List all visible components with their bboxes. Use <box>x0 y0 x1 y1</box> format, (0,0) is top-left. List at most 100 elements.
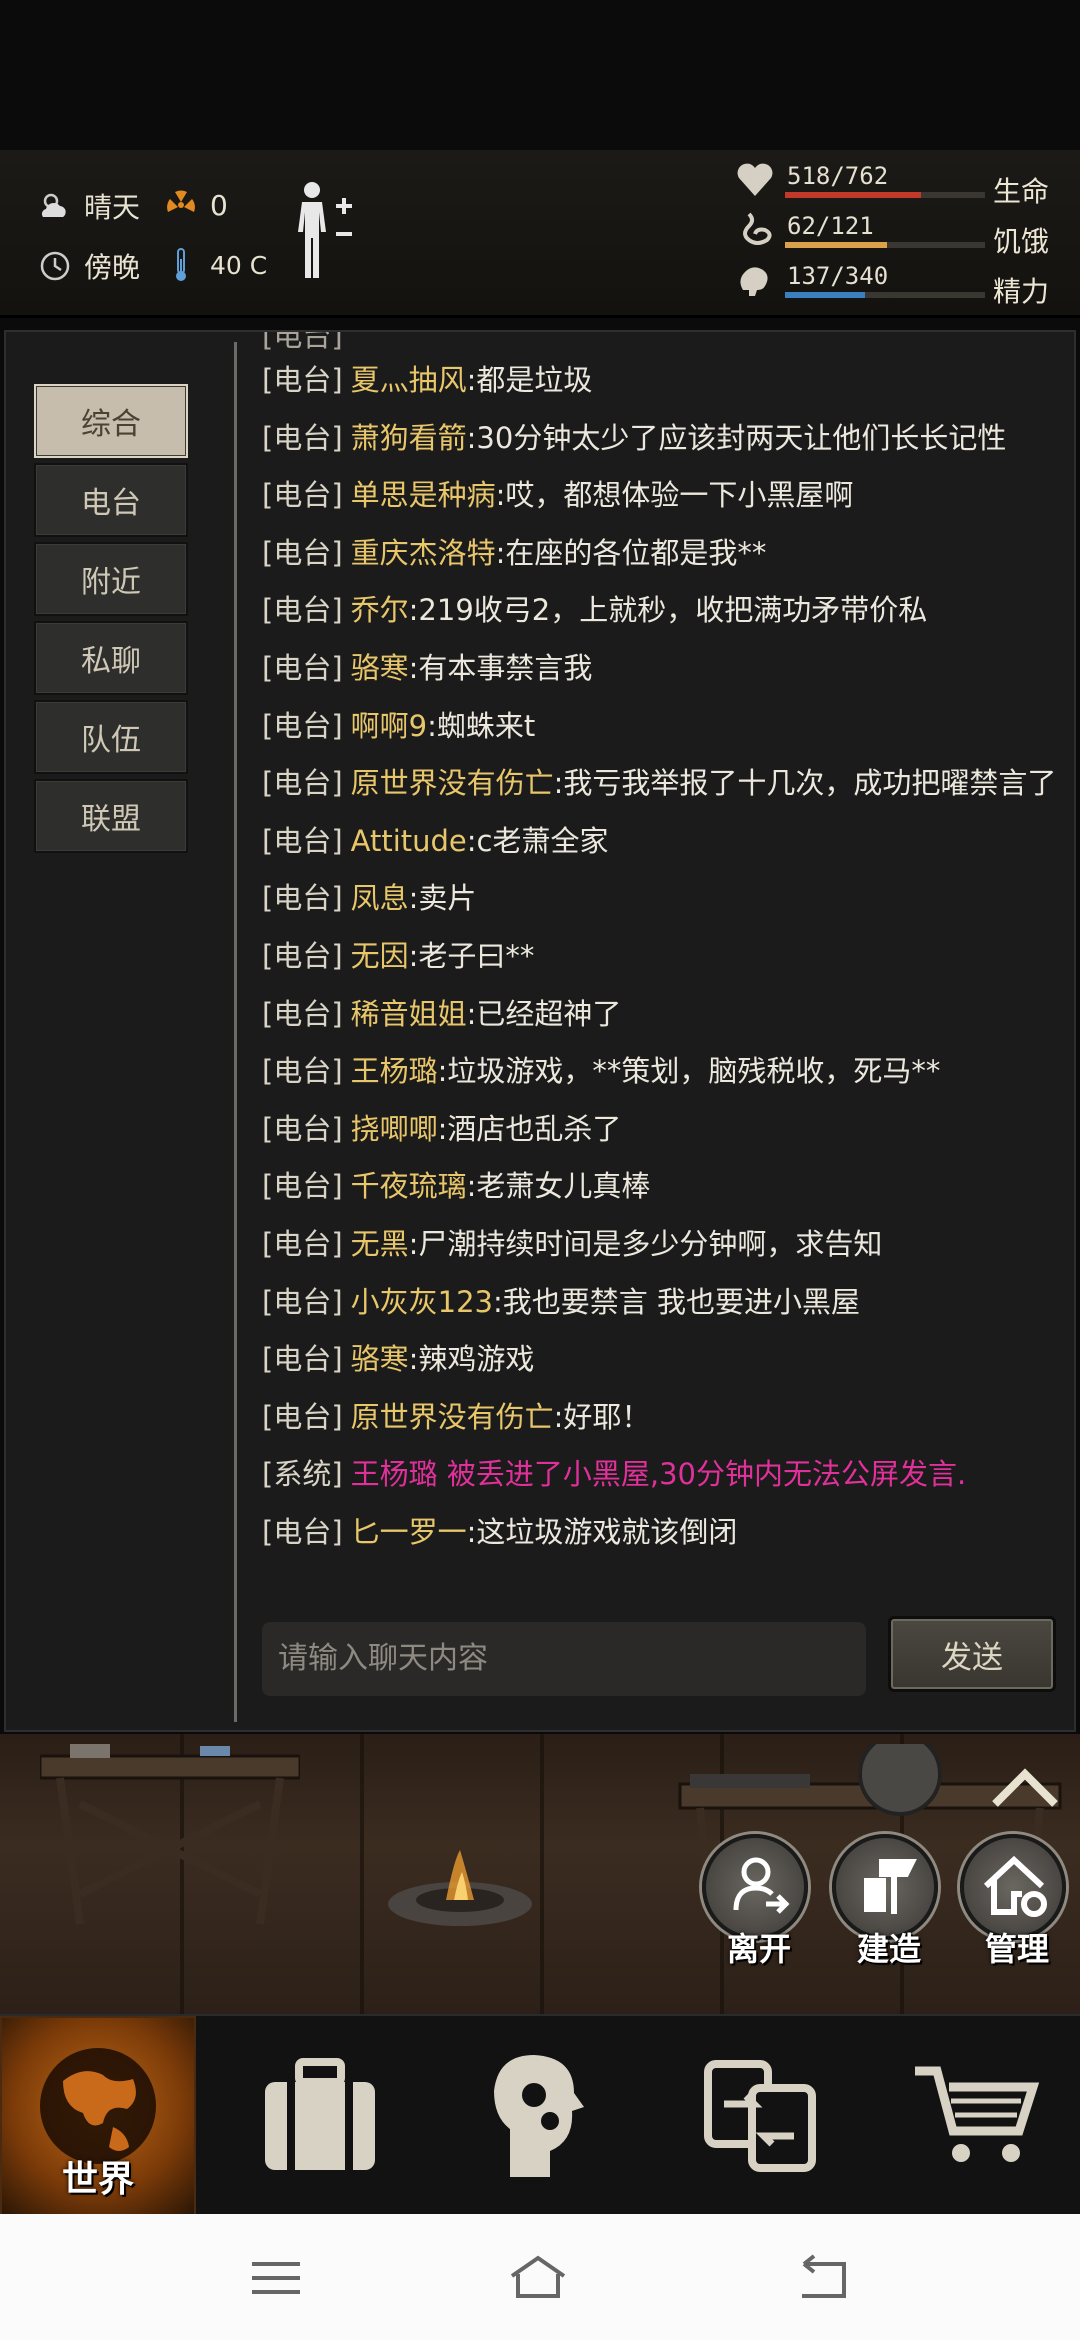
menu-icon[interactable] <box>246 2252 306 2302</box>
tab-alliance[interactable]: 联盟 <box>34 779 188 853</box>
send-button[interactable]: 发送 <box>888 1616 1056 1692</box>
message-channel: [电台] <box>262 939 343 973</box>
hunger-value: 62/121 <box>787 212 874 240</box>
time-text: 傍晚 <box>84 251 141 284</box>
nav-shop[interactable] <box>868 2016 1080 2216</box>
nav-world[interactable]: 世界 <box>0 2016 196 2216</box>
message-sender[interactable]: 王杨璐 <box>351 1054 438 1088</box>
chat-message: [电台] 骆寒:辣鸡游戏 <box>262 1331 1062 1387</box>
message-channel: [电台] <box>262 766 343 801</box>
cart-icon <box>915 2066 1040 2162</box>
message-channel: [电台] <box>262 478 343 513</box>
workbench-left[interactable] <box>40 1744 300 1944</box>
message-sender[interactable]: 重庆杰洛特 <box>351 536 496 570</box>
vital-fill <box>785 242 887 248</box>
message-text: :酒店也乱杀了 <box>437 1111 622 1146</box>
leave-button[interactable]: 离开 <box>702 1834 808 1968</box>
radiation-value: 0 <box>210 188 228 222</box>
home-icon[interactable] <box>508 2252 568 2302</box>
message-channel: [电台] <box>262 1515 343 1549</box>
chat-message: [电台] 骆寒:有本事禁言我 <box>262 640 1062 696</box>
message-sender[interactable]: 原世界没有伤亡 <box>351 1400 554 1434</box>
message-sender[interactable]: 夏灬抽风 <box>351 363 467 397</box>
message-text: :有本事禁言我 <box>408 651 593 685</box>
chat-message: [电台] 乔尔:219收弓2，上就秒，收把满功矛带价私 <box>262 582 1062 638</box>
message-channel: [电台] <box>262 1284 343 1319</box>
build-icon <box>864 1859 917 1914</box>
tab-all[interactable]: 综合 <box>34 384 188 458</box>
message-channel: [电台] <box>262 1169 343 1204</box>
shelter-scene: 离开 建造 管理 <box>0 1734 1080 2014</box>
nav-trade[interactable] <box>652 2016 868 2216</box>
message-sender[interactable]: 骆寒 <box>351 651 409 685</box>
message-text: :好耶！ <box>553 1399 651 1434</box>
message-sender[interactable]: 凤息 <box>351 881 409 915</box>
message-channel: [电台] <box>262 881 343 916</box>
sidebar-divider <box>234 342 237 1722</box>
message-text: :c老萧全家 <box>466 823 609 858</box>
body-status-icon[interactable] <box>292 180 372 280</box>
radiation-icon <box>162 186 200 224</box>
channel-sidebar: 综合 电台 附近 私聊 队伍 联盟 <box>6 332 237 1730</box>
campfire[interactable] <box>380 1834 540 1934</box>
message-sender[interactable]: 挠唧唧 <box>351 1112 438 1146</box>
message-sender[interactable]: 原世界没有伤亡 <box>351 766 554 800</box>
vital-fill <box>785 292 865 298</box>
message-channel: [电台] <box>262 1399 343 1434</box>
message-text: :哎，都想体验一下小黑屋啊 <box>495 478 854 513</box>
message-channel: [电台] <box>262 593 343 628</box>
nav-world-label: 世界 <box>61 2159 134 2200</box>
weather-text: 晴天 <box>84 191 141 224</box>
temperature-stat: 40 C <box>162 246 267 284</box>
bottom-nav: 世界 <box>0 2014 1080 2216</box>
message-text: :30分钟太少了应该封两天让他们长长记性 <box>466 420 1007 455</box>
chat-message: [电台] 稀音姐姐:已经超神了 <box>262 986 1062 1042</box>
message-text: :尸潮持续时间是多少分钟啊，求告知 <box>408 1227 883 1261</box>
message-sender[interactable]: 千夜琉璃 <box>351 1169 467 1203</box>
message-text: :老子曰** <box>408 939 535 973</box>
message-sender[interactable]: 无因 <box>351 939 409 973</box>
message-channel: [电台] <box>262 996 343 1031</box>
vital-hunger: 62/121 饥饿 <box>735 208 1065 258</box>
chat-message: [电台] Attitude:c老萧全家 <box>262 813 1062 869</box>
build-button[interactable]: 建造 <box>832 1834 938 1968</box>
message-channel: [电台] <box>262 535 343 570</box>
tab-private[interactable]: 私聊 <box>34 621 188 695</box>
manage-button[interactable]: 管理 <box>960 1834 1066 1968</box>
message-sender[interactable]: 小灰灰123 <box>351 1285 493 1319</box>
message-sender[interactable]: 啊啊9 <box>351 709 427 743</box>
health-value: 518/762 <box>787 162 889 190</box>
chat-message: [电台] 王杨璐:垃圾游戏，**策划，脑残税收，死马** <box>262 1043 1062 1099</box>
message-sender[interactable]: 单思是种病 <box>351 478 496 512</box>
message-sender[interactable]: 萧狗看箭 <box>351 421 467 455</box>
tab-nearby[interactable]: 附近 <box>34 542 188 616</box>
message-text: :垃圾游戏，**策划，脑残税收，死马** <box>437 1054 941 1089</box>
message-channel: [电台] <box>262 1227 343 1261</box>
message-text: :我也要禁言 我也要进小黑屋 <box>493 1284 860 1319</box>
chat-message: [电台] 匕一罗一:这垃圾游戏就该倒闭 <box>262 1504 1062 1560</box>
message-sender[interactable]: 骆寒 <box>351 1342 409 1376</box>
message-sender[interactable]: 稀音姐姐 <box>351 997 467 1031</box>
chat-message: [电台] 夏灬抽风:都是垃圾 <box>262 352 1062 408</box>
message-list[interactable]: [电台] [电台] 夏灬抽风:都是垃圾 [电台] 萧狗看箭:30分钟太少了应该封两天让… <box>262 332 1062 1582</box>
vitals-panel: 518/762 生命 62/121 饥饿 137/340 精力 <box>735 158 1065 308</box>
nav-inventory[interactable] <box>212 2016 428 2216</box>
chat-input[interactable]: 请输入聊天内容 <box>262 1622 866 1696</box>
expand-up-icon[interactable] <box>990 1764 1060 1814</box>
chat-message: [电台] 无因:老子曰** <box>262 928 1062 984</box>
nav-skills[interactable] <box>432 2016 648 2216</box>
message-sender[interactable]: 无黑 <box>351 1227 409 1261</box>
message-sender[interactable]: 匕一罗一 <box>351 1515 467 1549</box>
message-sender[interactable]: 乔尔 <box>351 593 409 627</box>
message-sender[interactable]: Attitude <box>351 824 467 858</box>
tab-radio[interactable]: 电台 <box>34 463 188 537</box>
back-icon[interactable] <box>794 2252 854 2302</box>
time-stat: 傍晚 <box>36 246 140 286</box>
system-message: [系统] 王杨璐 被丢进了小黑屋,30分钟内无法公屏发言. <box>262 1446 1062 1502</box>
tab-team[interactable]: 队伍 <box>34 700 188 774</box>
hunger-bar <box>785 242 985 248</box>
message-sender[interactable]: 王杨璐 <box>351 1457 438 1491</box>
vital-health: 518/762 生命 <box>735 158 1065 208</box>
message-channel: [系统] <box>262 1457 343 1492</box>
weather-stat: 晴天 <box>36 186 140 226</box>
